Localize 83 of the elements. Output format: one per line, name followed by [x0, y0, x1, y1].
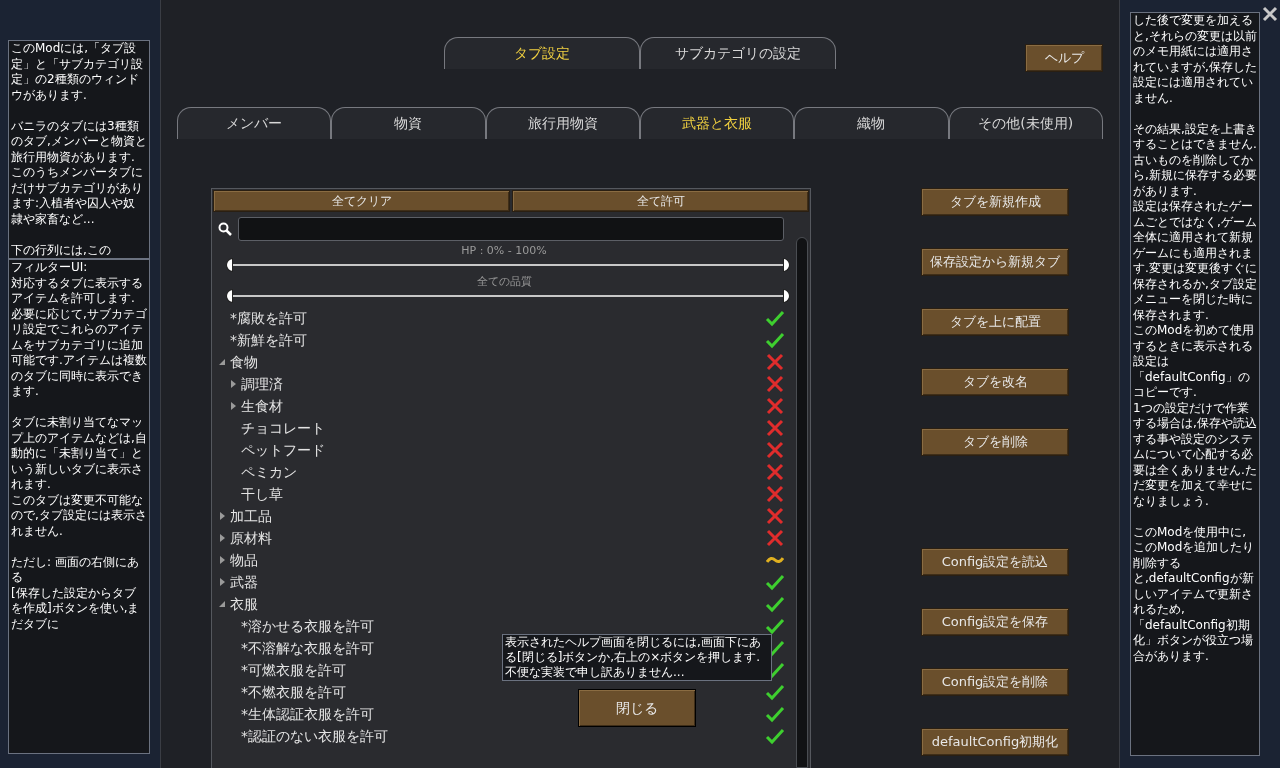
check-icon[interactable]: [765, 309, 785, 327]
check-icon[interactable]: [765, 617, 785, 635]
search-icon: [218, 222, 232, 236]
help-button[interactable]: ヘルプ: [1025, 44, 1103, 72]
cross-icon[interactable]: [766, 375, 784, 393]
collapsed-arrow-icon[interactable]: [229, 401, 237, 411]
config-button[interactable]: Config設定を削除: [921, 668, 1069, 696]
window-tab[interactable]: サブカテゴリの設定: [640, 37, 836, 69]
category-tab[interactable]: 武器と衣服: [640, 107, 795, 139]
tab-action-button[interactable]: タブを新規作成: [921, 188, 1069, 216]
cross-icon[interactable]: [766, 463, 784, 481]
cross-icon[interactable]: [766, 353, 784, 371]
range-slider[interactable]: [226, 258, 790, 272]
tree-item-label[interactable]: 衣服: [230, 593, 258, 615]
tree-item-label[interactable]: 食物: [230, 351, 258, 373]
tree-item-label[interactable]: ペミカン: [241, 461, 297, 483]
tree-item-label[interactable]: *不溶解な衣服を許可: [241, 637, 374, 659]
tree-item-label[interactable]: 生食材: [241, 395, 283, 417]
help-note: このModには,「タブ設定」と「サブカテゴリ設定」の2種類のウィンドウがあります. バニラのタブには3種類のタブ,メンバーと物資と旅行用物資があります. このうちメンバータブにだけサブカテゴリがあります:入植者や囚人や奴隷や家畜など... 下の行列には,この: [8, 40, 150, 259]
slider-thumb[interactable]: [226, 258, 233, 272]
tree-item-label[interactable]: *不燃衣服を許可: [241, 681, 346, 703]
tree-item-label[interactable]: 原材料: [230, 527, 272, 549]
collapsed-arrow-icon[interactable]: [229, 379, 237, 389]
tab-action-button[interactable]: タブを改名: [921, 368, 1069, 396]
category-tab[interactable]: 物資: [331, 107, 486, 139]
help-note: した後で変更を加えると,それらの変更は以前のメモ用紙には適用されていますが,保存した設定には適用されていません. その結果,設定を上書きすることはできません.古いものを削除してから,新規に保存する必要があります. 設定は保存されたゲームごとではなく,ゲーム全体に適用されて新規ゲームにも適用されます.変更は変更後すぐに保存されるか,タブ設定メニューを閉じた時に保存されます. このModを初めて使用するときに表示される設定は「defaultConfig」のコピーです. 1つの設定だけで作業する場合は,保存や読込する事や設定のシステムについて心配する必要は全くありません.ただ変更を加えて幸せになりましょう. このModを使用中に,このModを追加したり削除すると,defaultConfigが新しいアイテムで更新されるため,「defaultConfig初期化」ボタンが役立つ場合があります.: [1130, 12, 1260, 756]
check-icon[interactable]: [765, 683, 785, 701]
expanded-arrow-icon[interactable]: [218, 600, 226, 608]
tree-item-label[interactable]: *新鮮を許可: [230, 329, 307, 351]
slider-thumb[interactable]: [226, 289, 233, 303]
cross-icon[interactable]: [766, 441, 784, 459]
slider-label: HP : 0% - 100%: [461, 244, 547, 257]
tree-item-label[interactable]: *可燃衣服を許可: [241, 659, 346, 681]
tree-item-label[interactable]: *生体認証衣服を許可: [241, 703, 374, 725]
cross-icon[interactable]: [766, 485, 784, 503]
check-icon[interactable]: [765, 705, 785, 723]
check-icon[interactable]: [765, 573, 785, 591]
collapsed-arrow-icon[interactable]: [218, 533, 226, 543]
range-slider[interactable]: [226, 289, 790, 303]
category-tab[interactable]: メンバー: [177, 107, 332, 139]
search-field[interactable]: [238, 217, 784, 241]
close-button[interactable]: 閉じる: [578, 689, 696, 727]
close-icon[interactable]: [1262, 6, 1278, 22]
category-tab[interactable]: その他(未使用): [948, 107, 1103, 139]
tree-item-label[interactable]: チョコレート: [241, 417, 325, 439]
tab-action-button[interactable]: タブを削除: [921, 428, 1069, 456]
cross-icon[interactable]: [766, 419, 784, 437]
window-tab[interactable]: タブ設定: [444, 37, 640, 69]
tree-item-label[interactable]: 物品: [230, 549, 258, 571]
tree-item-label[interactable]: *腐敗を許可: [230, 307, 307, 329]
collapsed-arrow-icon[interactable]: [218, 511, 226, 521]
tree-item-label[interactable]: 干し草: [241, 483, 283, 505]
check-icon[interactable]: [765, 595, 785, 613]
scrollbar[interactable]: [796, 237, 808, 768]
tree-item-label[interactable]: ペットフード: [241, 439, 325, 461]
tree-item-label[interactable]: *認証のない衣服を許可: [241, 725, 388, 747]
check-icon[interactable]: [765, 727, 785, 745]
config-button[interactable]: Config設定を読込: [921, 548, 1069, 576]
cross-icon[interactable]: [766, 507, 784, 525]
tab-action-button[interactable]: 保存設定から新規タブ: [921, 248, 1069, 276]
slider-thumb[interactable]: [783, 258, 790, 272]
config-button[interactable]: Config設定を保存: [921, 608, 1069, 636]
tree-item-label[interactable]: 加工品: [230, 505, 272, 527]
slider-thumb[interactable]: [783, 289, 790, 303]
collapsed-arrow-icon[interactable]: [218, 577, 226, 587]
clear-all-button[interactable]: 全てクリア: [213, 190, 510, 212]
cross-icon[interactable]: [766, 397, 784, 415]
config-button[interactable]: defaultConfig初期化: [921, 728, 1069, 756]
slider-label: 全ての品質: [476, 275, 532, 288]
category-tab[interactable]: 旅行用物資: [485, 107, 640, 139]
allow-all-button[interactable]: 全て許可: [512, 190, 809, 212]
collapsed-arrow-icon[interactable]: [218, 555, 226, 565]
cross-icon[interactable]: [766, 529, 784, 547]
category-tab[interactable]: 織物: [794, 107, 949, 139]
tilde-icon[interactable]: [766, 555, 784, 565]
tree-item-label[interactable]: *溶かせる衣服を許可: [241, 615, 374, 637]
tree-item-label[interactable]: 調理済: [241, 373, 283, 395]
tab-action-button[interactable]: タブを上に配置: [921, 308, 1069, 336]
tree-item-label[interactable]: 武器: [230, 571, 258, 593]
help-note: フィルターUI: 対応するタブに表示するアイテムを許可します. 必要に応じて,サブカテゴリ設定でこれらのアイテムをサブカテゴリに追加可能です.アイテムは複数のタブに同時に表示できます. タブに未割り当てなマップ上のアイテムなどは,自動的に「未割り当て」という新しいタブに表示されます. このタブは変更不可能なので,タブ設定には表示されません. ただし: 画面の右側にある [保存した設定からタブを作成]ボタンを使い,まだタブに: [8, 259, 150, 754]
check-icon[interactable]: [765, 331, 785, 349]
help-popup: 表示されたヘルプ画面を閉じるには,画面下にある[閉じる]ボタンか,右上の×ボタンを押します. 不便な実装で申し訳ありません...: [502, 634, 772, 681]
expanded-arrow-icon[interactable]: [218, 358, 226, 366]
